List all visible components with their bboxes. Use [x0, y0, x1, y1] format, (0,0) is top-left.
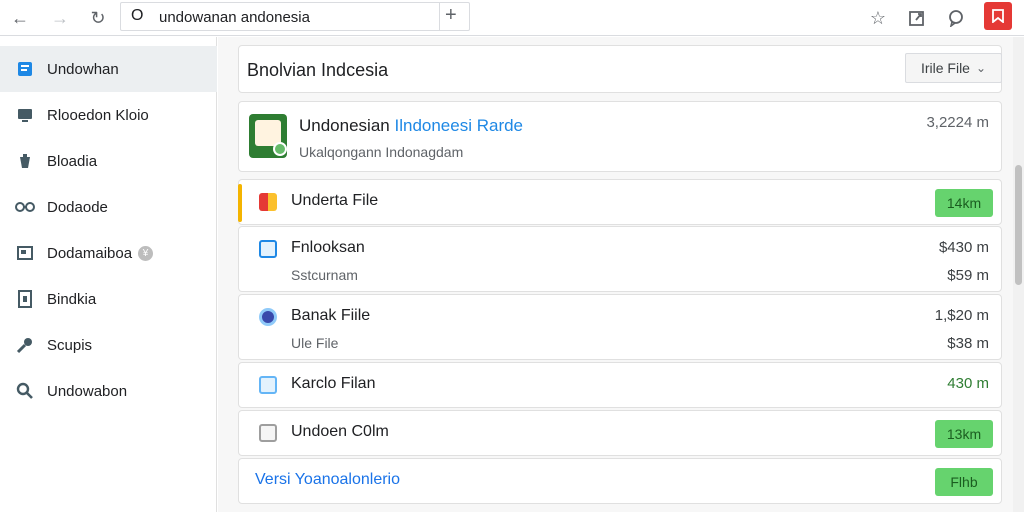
- sidebar-item-label: Rlooedon Kloio: [47, 106, 149, 124]
- sidebar-item-label: Dodamaiboa ¥: [47, 245, 154, 262]
- address-bar[interactable]: O undowanan andonesia +: [120, 2, 470, 31]
- size-pill[interactable]: 13km: [935, 420, 993, 448]
- reload-icon[interactable]: ↻: [84, 4, 112, 32]
- row-subtitle: Sstcurnam: [291, 267, 358, 283]
- bookmark-star-icon[interactable]: ☆: [864, 4, 892, 32]
- url-text[interactable]: undowanan andonesia: [159, 9, 310, 26]
- verified-check-icon: [273, 142, 287, 156]
- extension-bookmark-icon[interactable]: [984, 2, 1012, 30]
- row-title: Banak Fiile: [291, 307, 371, 324]
- box-icon: [15, 243, 35, 263]
- key-icon: [15, 335, 35, 355]
- row-value-secondary: $38 m: [947, 335, 989, 352]
- chevron-down-icon: ⌄: [975, 61, 987, 75]
- book-icon: [15, 59, 35, 79]
- monitor-icon: [15, 105, 35, 125]
- omnibox-icon: O: [131, 7, 144, 24]
- row-subtitle: Ule File: [291, 335, 339, 351]
- sidebar-item-dodaode[interactable]: Dodaode: [0, 184, 217, 230]
- document-icon: [15, 289, 35, 309]
- row-value-secondary: $59 m: [947, 267, 989, 284]
- file-icon: [259, 193, 277, 211]
- file-dropdown[interactable]: Irile File ⌄: [905, 53, 1002, 83]
- search-icon: [15, 381, 35, 401]
- row-title: Underta File: [291, 192, 379, 209]
- chat-bubble-icon[interactable]: [942, 4, 970, 32]
- row-value: 1,$20 m: [934, 307, 989, 324]
- omnibox-divider: [439, 3, 440, 30]
- page-header: Bnolvian Indcesia Irile File ⌄: [238, 45, 1002, 93]
- sidebar-item-bindkia[interactable]: Bindkia: [0, 276, 217, 322]
- glasses-icon: [15, 197, 35, 217]
- app-title: Undonesian Ilndoneesi Rarde: [299, 116, 524, 135]
- row-title: Fnlooksan: [291, 239, 365, 256]
- sidebar-item-label: Bloadia: [47, 152, 98, 170]
- sidebar: Undowhan Rlooedon Kloio Bloadia Dodaode …: [0, 37, 217, 512]
- row-title: Undoen C0lm: [291, 423, 389, 440]
- row-value: $430 m: [938, 239, 989, 256]
- new-tab-plus-icon[interactable]: +: [445, 4, 457, 27]
- app-logo: [249, 114, 287, 158]
- list-item[interactable]: Undoen C0lm 13km: [238, 410, 1002, 456]
- app-subtitle: Ukalqongann Indonagdam: [299, 144, 464, 160]
- main-content: Bnolvian Indcesia Irile File ⌄ Undonesia…: [218, 37, 1013, 512]
- info-badge-icon: ¥: [138, 246, 154, 262]
- row-highlight-bar: [238, 184, 242, 222]
- row-value: 430 m: [947, 375, 989, 392]
- scrollbar-thumb[interactable]: [1015, 165, 1022, 285]
- forward-arrow-icon[interactable]: →: [46, 4, 74, 32]
- sidebar-item-label: Scupis: [47, 336, 93, 354]
- page-title: Bnolvian Indcesia: [247, 60, 389, 80]
- calendar-icon: [259, 424, 277, 442]
- app-summary-card[interactable]: Undonesian Ilndoneesi Rarde Ukalqongann …: [238, 101, 1002, 172]
- back-arrow-icon[interactable]: ←: [6, 4, 34, 32]
- sidebar-item-label: Undowhan: [47, 60, 119, 78]
- sidebar-item-undowabon[interactable]: Undowabon: [0, 368, 217, 414]
- sidebar-item-bloadia[interactable]: Bloadia: [0, 138, 217, 184]
- footer-row[interactable]: Versi Yoanoalonlerio Flhb: [238, 458, 1002, 504]
- sidebar-item-scupis[interactable]: Scupis: [0, 322, 217, 368]
- share-icon[interactable]: [903, 4, 931, 32]
- action-pill[interactable]: Flhb: [935, 468, 993, 496]
- folder-icon: [259, 376, 277, 394]
- browser-toolbar: ← → ↻ O undowanan andonesia + ☆: [0, 0, 1024, 36]
- bucket-icon: [15, 151, 35, 171]
- list-item[interactable]: Karclo Filan 430 m: [238, 362, 1002, 408]
- list-item[interactable]: Underta File 14km: [238, 179, 1002, 225]
- row-title: Karclo Filan: [291, 375, 376, 392]
- sidebar-item-label: Undowabon: [47, 382, 128, 400]
- sidebar-item-rlooedon[interactable]: Rlooedon Kloio: [0, 92, 217, 138]
- sidebar-item-label: Dodaode: [47, 198, 108, 216]
- file-dropdown-label: Irile File: [920, 60, 970, 76]
- sidebar-item-undowhan[interactable]: Undowhan: [0, 46, 217, 92]
- list-item[interactable]: Fnlooksan Sstcurnam $430 m $59 m: [238, 226, 1002, 292]
- version-link[interactable]: Versi Yoanoalonlerio: [255, 471, 400, 489]
- list-item[interactable]: Banak Fiile Ule File 1,$20 m $38 m: [238, 294, 1002, 360]
- app-size: 3,2224 m: [926, 114, 989, 131]
- disc-icon: [259, 308, 277, 326]
- image-file-icon: [259, 240, 277, 258]
- sidebar-item-label: Bindkia: [47, 290, 97, 308]
- sidebar-item-dodamaiboa[interactable]: Dodamaiboa ¥: [0, 230, 217, 276]
- vertical-scrollbar[interactable]: [1013, 37, 1024, 512]
- size-pill[interactable]: 14km: [935, 189, 993, 217]
